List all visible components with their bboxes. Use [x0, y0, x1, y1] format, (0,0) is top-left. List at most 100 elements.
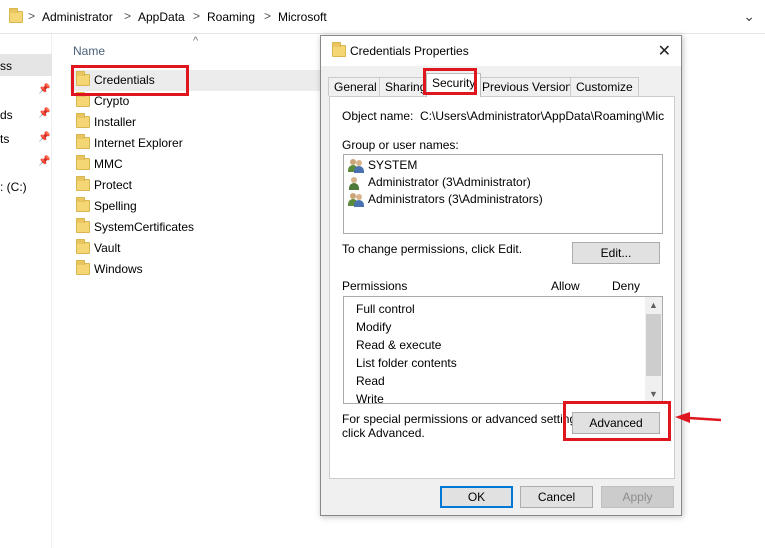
tab-customize[interactable]: Customize	[570, 77, 639, 96]
scroll-down-icon[interactable]: ▼	[645, 389, 662, 399]
breadcrumb-separator: >	[264, 9, 272, 23]
permission-item: Read & execute	[356, 338, 442, 352]
list-item[interactable]: Spelling	[70, 196, 320, 217]
apply-button[interactable]: Apply	[601, 486, 674, 508]
pin-icon: 📌	[38, 108, 51, 119]
file-name: Credentials	[94, 73, 155, 87]
user-icon	[348, 176, 364, 190]
file-name: Vault	[94, 241, 121, 255]
folder-icon	[76, 113, 90, 128]
folder-icon	[76, 71, 90, 86]
users-listbox[interactable]: SYSTEM Administrator (3\Administrator) A…	[343, 154, 663, 234]
folder-icon	[76, 134, 90, 149]
permission-item: List folder contents	[356, 356, 457, 370]
scrollbar-thumb[interactable]	[646, 314, 661, 376]
users-icon	[348, 193, 364, 207]
scroll-up-icon[interactable]: ▲	[645, 300, 662, 310]
list-item[interactable]: Installer	[70, 112, 320, 133]
tab-label: Sharing	[385, 80, 427, 94]
file-name: Protect	[94, 178, 133, 192]
breadcrumb-microsoft[interactable]: Microsoft	[278, 10, 327, 24]
tab-label: General	[334, 80, 377, 94]
ok-button[interactable]: OK	[440, 486, 513, 508]
list-item[interactable]: Protect	[70, 175, 320, 196]
properties-dialog: Credentials Properties ✕ General Sharing…	[320, 35, 682, 516]
list-item[interactable]: Crypto	[70, 91, 320, 112]
column-header-name[interactable]: Name	[73, 44, 105, 58]
breadcrumb-separator: >	[124, 9, 132, 23]
allow-column-label: Allow	[551, 279, 580, 293]
special-permissions-text: For special permissions or advanced sett…	[342, 412, 586, 426]
tab-label: Security	[432, 76, 476, 90]
permission-item: Write	[356, 392, 384, 406]
chevron-down-icon[interactable]: ⌄	[743, 8, 755, 25]
folder-icon	[76, 218, 90, 233]
arrow-left-icon	[675, 412, 722, 423]
folder-icon	[332, 42, 346, 57]
file-name: Internet Explorer	[94, 136, 183, 150]
tab-security[interactable]: Security	[426, 73, 482, 97]
tab-label: Previous Versions	[482, 80, 579, 94]
folder-icon	[9, 8, 23, 23]
security-tab-panel: Object name: C:\Users\Administrator\AppD…	[329, 96, 675, 479]
folder-icon	[76, 239, 90, 254]
user-name: SYSTEM	[368, 158, 418, 172]
file-name: Installer	[94, 115, 137, 129]
breadcrumb-administrator[interactable]: Administrator	[42, 10, 113, 24]
list-item[interactable]: SystemCertificates	[70, 217, 320, 238]
file-name: Crypto	[94, 94, 130, 108]
deny-column-label: Deny	[612, 279, 641, 293]
file-name: MMC	[94, 157, 123, 171]
tab-label: Customize	[576, 80, 633, 94]
user-name: Administrator (3\Administrator)	[368, 175, 531, 189]
breadcrumb-roaming[interactable]: Roaming	[207, 10, 255, 24]
permission-item: Full control	[356, 302, 415, 316]
breadcrumb-separator: >	[28, 9, 36, 23]
list-item[interactable]: Windows	[70, 259, 320, 280]
list-item[interactable]: Internet Explorer	[70, 133, 320, 154]
pin-icon: 📌	[38, 156, 51, 167]
breadcrumb-appdata[interactable]: AppData	[138, 10, 185, 24]
user-name: Administrators (3\Administrators)	[368, 192, 543, 206]
address-bar[interactable]: > Administrator > AppData > Roaming > Mi…	[0, 0, 765, 34]
permissions-listbox[interactable]: Full control Modify Read & execute List …	[343, 296, 663, 406]
users-icon	[348, 159, 364, 173]
pin-icon: 📌	[38, 132, 51, 143]
list-item[interactable]: Credentials	[70, 70, 320, 91]
nav-item[interactable]: ts	[0, 132, 9, 146]
object-name-label: Object name:	[342, 109, 414, 123]
folder-icon	[76, 260, 90, 275]
navigation-pane: ss ds 📌 📌 ts 📌 📌 : (C:)	[0, 34, 52, 548]
file-name: SystemCertificates	[94, 220, 195, 234]
pin-icon: 📌	[38, 84, 51, 95]
object-name-value: C:\Users\Administrator\AppData\Roaming\M…	[420, 109, 664, 123]
breadcrumb-separator: >	[193, 9, 201, 23]
file-name: Windows	[94, 262, 143, 276]
sort-up-icon: ^	[193, 35, 199, 47]
permission-item: Modify	[356, 320, 392, 334]
tab-sharing[interactable]: Sharing	[379, 77, 433, 96]
file-name: Spelling	[94, 199, 137, 213]
advanced-button[interactable]: Advanced	[572, 412, 660, 434]
nav-item[interactable]: ds	[0, 108, 13, 122]
nav-item[interactable]: ss	[0, 59, 12, 73]
list-item[interactable]: MMC	[70, 154, 320, 175]
dialog-title: Credentials Properties	[350, 44, 469, 58]
tab-previous-versions[interactable]: Previous Versions	[476, 77, 585, 96]
edit-button[interactable]: Edit...	[572, 242, 660, 264]
scrollbar[interactable]: ▲ ▼	[645, 297, 662, 403]
cancel-button[interactable]: Cancel	[520, 486, 593, 508]
list-item[interactable]: Vault	[70, 238, 320, 259]
special-permissions-text-2: click Advanced.	[342, 426, 425, 440]
change-permissions-text: To change permissions, click Edit.	[342, 242, 523, 256]
tab-general[interactable]: General	[328, 77, 383, 96]
close-icon[interactable]: ✕	[658, 41, 671, 61]
folder-icon	[76, 92, 90, 107]
folder-icon	[76, 197, 90, 212]
group-label: Group or user names:	[342, 138, 459, 152]
permission-item: Read	[356, 374, 385, 388]
folder-icon	[76, 176, 90, 191]
folder-icon	[76, 155, 90, 170]
nav-item-drive[interactable]: : (C:)	[0, 180, 27, 194]
permissions-label: Permissions	[342, 279, 408, 293]
